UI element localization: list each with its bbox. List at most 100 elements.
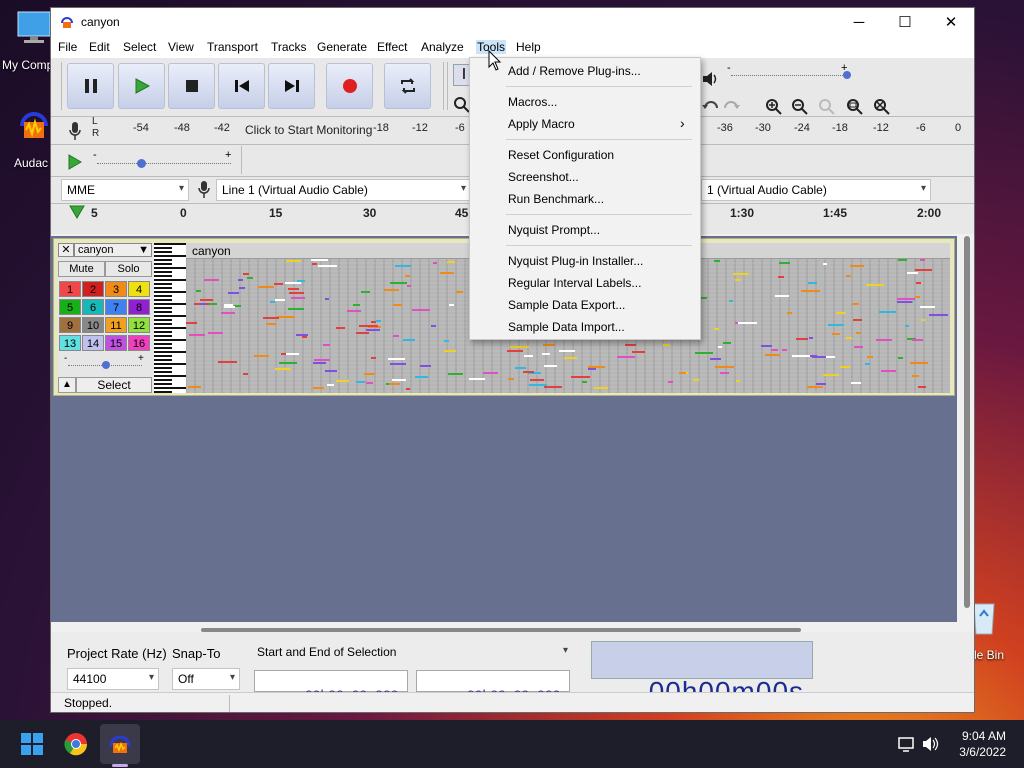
channel-button-2[interactable]: 2 bbox=[82, 281, 104, 297]
menu-effect[interactable]: Effect bbox=[377, 40, 407, 54]
channel-button-4[interactable]: 4 bbox=[128, 281, 150, 297]
collapse-track-icon[interactable]: ▲ bbox=[58, 377, 76, 393]
record-icon bbox=[342, 79, 357, 93]
ruler-label: 0 bbox=[180, 206, 187, 220]
submenu-arrow-icon: › bbox=[680, 115, 685, 131]
vertical-scrollbar[interactable] bbox=[959, 236, 974, 622]
menu-file[interactable]: File bbox=[58, 40, 77, 54]
menu-item-apply-macro[interactable]: Apply Macro bbox=[508, 117, 575, 131]
recording-meter[interactable]: -54 -48 -42 Click to Start Monitoring -1… bbox=[101, 116, 471, 144]
menu-select[interactable]: Select bbox=[123, 40, 156, 54]
menu-item-reset-configuration[interactable]: Reset Configuration bbox=[508, 148, 614, 162]
audio-host-select[interactable]: MME ▾ bbox=[61, 179, 189, 201]
channel-button-7[interactable]: 7 bbox=[105, 299, 127, 315]
menu-item-nyquist-prompt[interactable]: Nyquist Prompt... bbox=[508, 223, 600, 237]
menu-item-regular-interval-labels[interactable]: Regular Interval Labels... bbox=[508, 276, 641, 290]
piano-keyboard[interactable] bbox=[154, 243, 186, 393]
volume-icon[interactable] bbox=[921, 735, 939, 756]
clock-date: 3/6/2022 bbox=[959, 745, 1006, 759]
undo-icon[interactable] bbox=[701, 98, 719, 117]
start-button[interactable] bbox=[12, 724, 52, 764]
channel-button-13[interactable]: 13 bbox=[59, 335, 81, 351]
selection-mode-select[interactable]: Start and End of Selection ▾ bbox=[252, 642, 572, 664]
title-bar[interactable]: canyon ─ ☐ ✕ bbox=[51, 8, 974, 36]
channel-button-15[interactable]: 15 bbox=[105, 335, 127, 351]
skip-to-end-button[interactable] bbox=[268, 63, 315, 109]
taskbar-audacity[interactable] bbox=[100, 724, 140, 764]
menu-transport[interactable]: Transport bbox=[207, 40, 258, 54]
project-rate-select[interactable]: 44100 ▾ bbox=[67, 668, 159, 690]
maximize-button[interactable]: ☐ bbox=[882, 8, 928, 36]
record-button[interactable] bbox=[326, 63, 373, 109]
minimize-button[interactable]: ─ bbox=[836, 8, 882, 36]
volume-thumb[interactable] bbox=[843, 71, 851, 79]
play-at-speed-button[interactable] bbox=[67, 154, 83, 173]
solo-button[interactable]: Solo bbox=[105, 261, 152, 277]
channel-button-5[interactable]: 5 bbox=[59, 299, 81, 315]
track-name-menu[interactable]: canyon ▼ bbox=[74, 243, 152, 257]
menu-item-nyquist-installer[interactable]: Nyquist Plug-in Installer... bbox=[508, 254, 643, 268]
selection-start-time[interactable]: 00h00m00.000s bbox=[254, 670, 408, 703]
speed-thumb[interactable] bbox=[137, 159, 146, 168]
velocity-thumb[interactable] bbox=[102, 361, 110, 369]
recording-device-select[interactable]: Line 1 (Virtual Audio Cable) ▾ bbox=[216, 179, 471, 201]
mute-button[interactable]: Mute bbox=[58, 261, 105, 277]
menu-item-screenshot[interactable]: Screenshot... bbox=[508, 170, 579, 184]
menu-item-sample-data-export[interactable]: Sample Data Export... bbox=[508, 298, 625, 312]
microphone-icon[interactable] bbox=[67, 120, 83, 145]
channel-button-1[interactable]: 1 bbox=[59, 281, 81, 297]
menu-help[interactable]: Help bbox=[516, 40, 541, 54]
playback-device-select[interactable]: 1 (Virtual Audio Cable) ▾ bbox=[701, 179, 931, 201]
network-icon[interactable] bbox=[897, 735, 915, 756]
speaker-icon bbox=[701, 70, 719, 91]
select-track-button[interactable]: Select bbox=[76, 377, 152, 393]
pin-playhead-icon[interactable] bbox=[69, 205, 85, 222]
selection-toolbar: Project Rate (Hz) 44100 ▾ Snap-To Off ▾ … bbox=[51, 632, 974, 707]
menu-analyze[interactable]: Analyze bbox=[421, 40, 464, 54]
redo-icon[interactable] bbox=[723, 98, 741, 117]
system-clock[interactable]: 9:04 AM 3/6/2022 bbox=[959, 728, 1006, 760]
velocity-slider[interactable]: - + bbox=[64, 353, 146, 373]
channel-button-11[interactable]: 11 bbox=[105, 317, 127, 333]
menu-view[interactable]: View bbox=[168, 40, 194, 54]
pause-button[interactable] bbox=[67, 63, 114, 109]
project-rate-label: Project Rate (Hz) bbox=[67, 646, 167, 661]
menu-item-sample-data-import[interactable]: Sample Data Import... bbox=[508, 320, 625, 334]
menu-item-macros[interactable]: Macros... bbox=[508, 95, 557, 109]
channel-button-9[interactable]: 9 bbox=[59, 317, 81, 333]
meter-tick: -30 bbox=[755, 122, 771, 134]
channel-button-10[interactable]: 10 bbox=[82, 317, 104, 333]
selection-end-time[interactable]: 00h00m00.000s bbox=[416, 670, 570, 703]
mouse-cursor-icon bbox=[488, 49, 502, 75]
menu-item-run-benchmark[interactable]: Run Benchmark... bbox=[508, 192, 604, 206]
stop-button[interactable] bbox=[168, 63, 215, 109]
close-button[interactable]: ✕ bbox=[928, 8, 974, 36]
channel-button-6[interactable]: 6 bbox=[82, 299, 104, 315]
loop-button[interactable] bbox=[384, 63, 431, 109]
ruler-label: 30 bbox=[363, 206, 377, 220]
audio-position-display[interactable]: 00h00m00s bbox=[591, 641, 813, 707]
channel-button-14[interactable]: 14 bbox=[82, 335, 104, 351]
menu-item-add-remove-plugins[interactable]: Add / Remove Plug-ins... bbox=[508, 64, 641, 78]
meter-tick: -12 bbox=[412, 122, 428, 134]
snap-to-select[interactable]: Off ▾ bbox=[172, 668, 240, 690]
playback-device-value: 1 (Virtual Audio Cable) bbox=[707, 183, 827, 197]
playback-volume-slider[interactable]: - + bbox=[727, 62, 851, 84]
playback-meter[interactable]: -36 -30 -24 -18 -12 -6 0 bbox=[701, 116, 971, 144]
audacity-icon bbox=[14, 106, 54, 144]
stop-icon bbox=[185, 80, 198, 92]
channel-button-12[interactable]: 12 bbox=[128, 317, 150, 333]
menu-tracks[interactable]: Tracks bbox=[271, 40, 307, 54]
taskbar-chrome[interactable] bbox=[56, 724, 96, 764]
chevron-down-icon: ▾ bbox=[460, 183, 466, 194]
channel-button-3[interactable]: 3 bbox=[105, 281, 127, 297]
skip-to-start-button[interactable] bbox=[218, 63, 265, 109]
channel-button-16[interactable]: 16 bbox=[128, 335, 150, 351]
menu-generate[interactable]: Generate bbox=[317, 40, 367, 54]
track-name: canyon bbox=[78, 244, 114, 256]
play-speed-slider[interactable]: - + bbox=[93, 149, 233, 171]
channel-button-8[interactable]: 8 bbox=[128, 299, 150, 315]
play-button[interactable] bbox=[118, 63, 165, 109]
close-track-icon[interactable]: ✕ bbox=[58, 243, 74, 257]
menu-edit[interactable]: Edit bbox=[89, 40, 110, 54]
